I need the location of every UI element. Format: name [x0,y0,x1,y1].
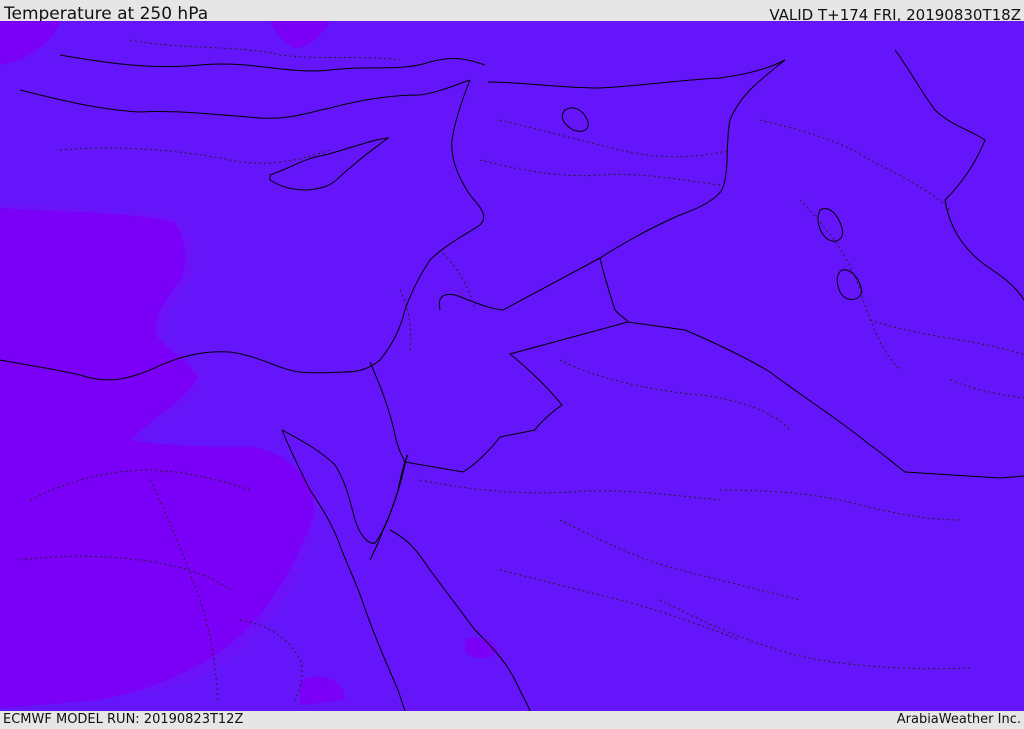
map-canvas [0,21,1024,711]
weather-map [0,21,1024,711]
header-bar: Temperature at 250 hPa VALID T+174 FRI, … [0,0,1024,24]
footer-bar: ECMWF MODEL RUN: 20190823T12Z ArabiaWeat… [0,711,1024,729]
model-run-label: ECMWF MODEL RUN: 20190823T12Z [3,712,244,727]
credit-label: ArabiaWeather Inc. [896,712,1021,727]
